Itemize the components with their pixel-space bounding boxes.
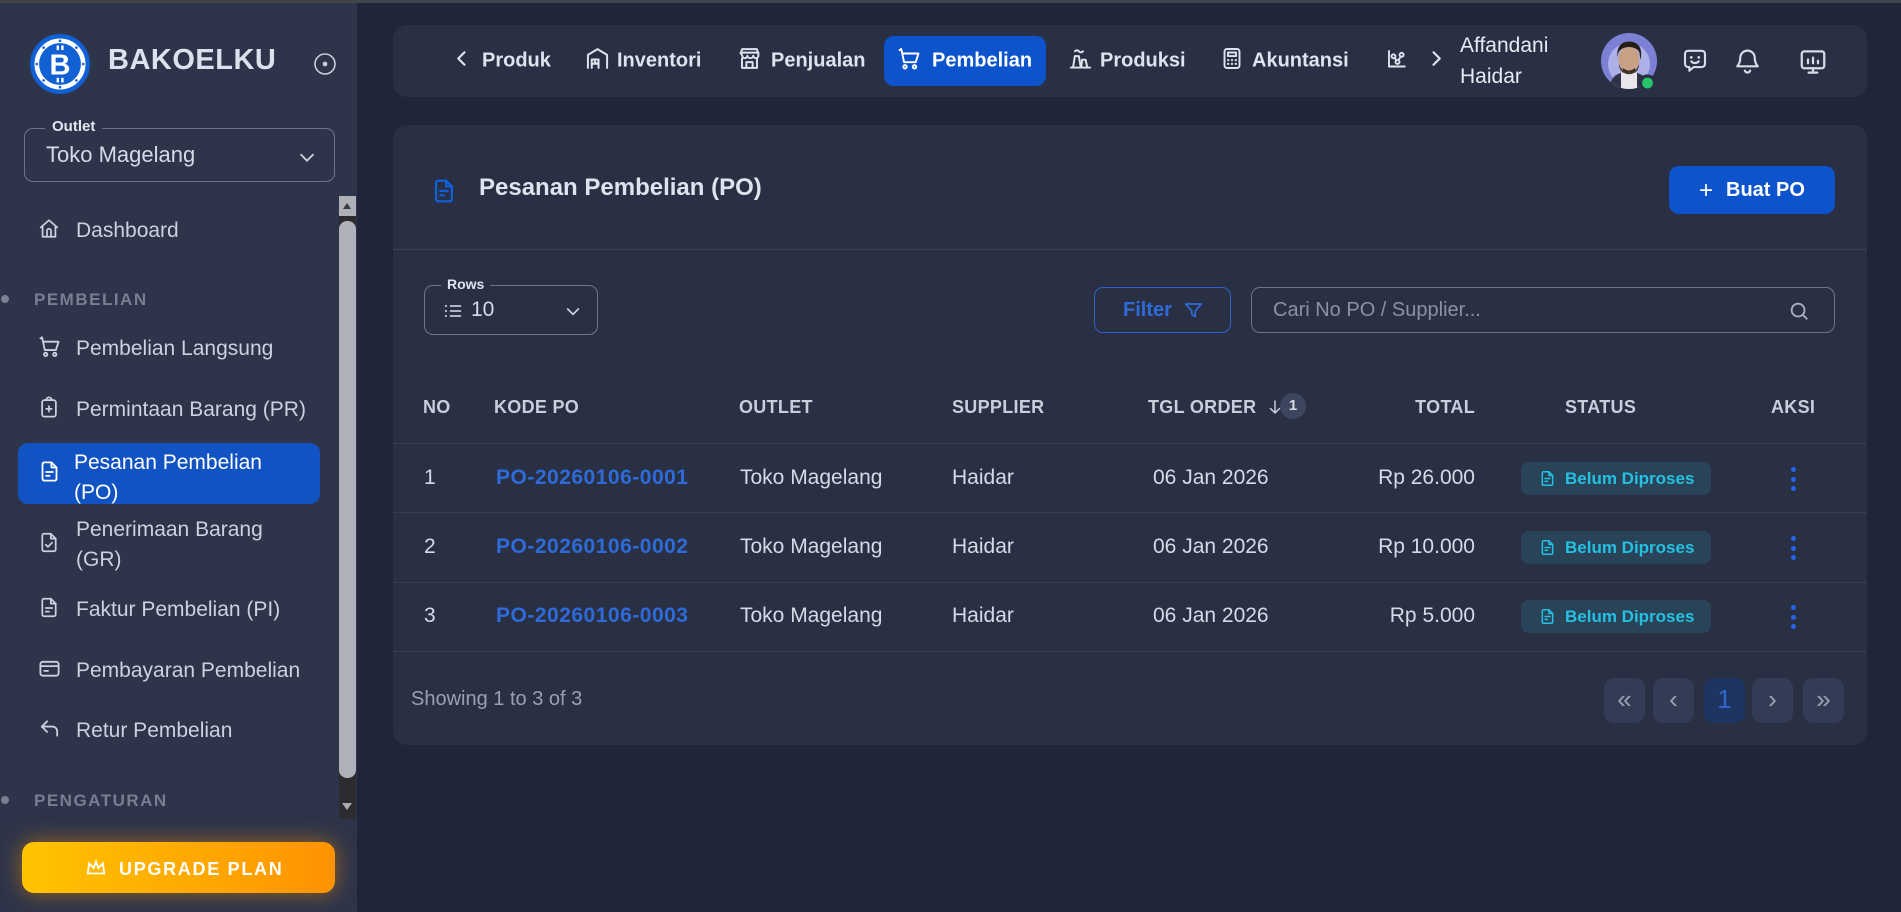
svg-text:B: B <box>50 50 71 82</box>
